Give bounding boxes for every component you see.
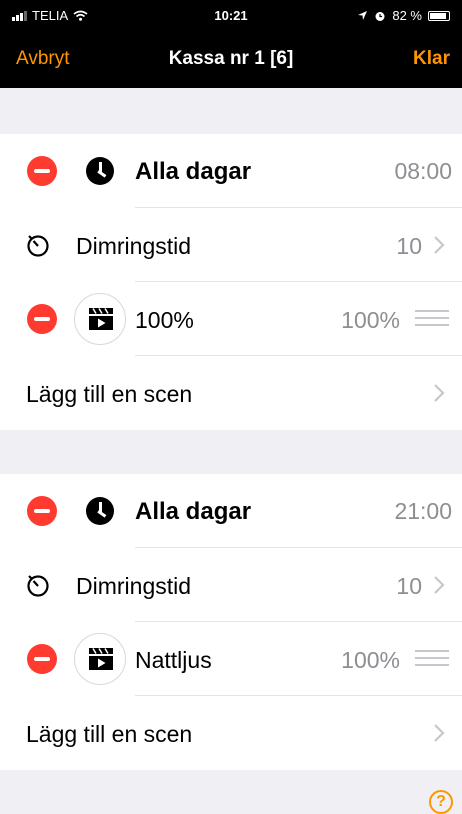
section-spacer: [0, 770, 462, 814]
scene-icon: [89, 308, 113, 330]
add-scene-label: Lägg till en scen: [26, 721, 193, 747]
scene-row[interactable]: Nattljus 100%: [0, 622, 462, 696]
battery-icon: [428, 10, 450, 21]
add-scene-row[interactable]: Lägg till en scen: [0, 696, 462, 770]
reorder-icon[interactable]: [414, 648, 450, 668]
dim-time-label: Dimringstid: [76, 233, 192, 259]
clock-icon: [86, 497, 114, 525]
schedule-row[interactable]: Alla dagar 08:00: [0, 134, 462, 208]
schedule-section-2: Alla dagar 21:00 Dimringstid 10 Nattljus…: [0, 474, 462, 770]
chevron-right-icon: [434, 576, 445, 594]
section-spacer: [0, 88, 462, 134]
done-button[interactable]: Klar: [413, 48, 450, 70]
schedule-row[interactable]: Alla dagar 21:00: [0, 474, 462, 548]
clock-icon: [86, 157, 114, 185]
help-button[interactable]: ?: [429, 790, 453, 814]
timer-icon: [27, 575, 49, 597]
schedule-section-1: Alla dagar 08:00 Dimringstid 10 100% 100…: [0, 134, 462, 430]
dim-time-label: Dimringstid: [76, 573, 192, 599]
scene-icon-circle: [74, 633, 126, 685]
scene-level: 100%: [341, 647, 400, 673]
scene-name: 100%: [135, 307, 194, 333]
add-scene-row[interactable]: Lägg till en scen: [0, 356, 462, 430]
delete-scene-button[interactable]: [27, 304, 57, 334]
reorder-icon[interactable]: [414, 308, 450, 328]
delete-schedule-button[interactable]: [27, 496, 57, 526]
dim-time-value: 10: [396, 573, 422, 599]
navigation-bar: Avbryt Kassa nr 1 [6] Klar: [0, 30, 462, 88]
schedule-days: Alla dagar: [135, 158, 252, 185]
timer-icon: [27, 235, 49, 257]
location-icon: [358, 11, 368, 20]
schedule-days: Alla dagar: [135, 498, 252, 525]
add-scene-label: Lägg till en scen: [26, 381, 193, 407]
scene-level: 100%: [341, 307, 400, 333]
dim-time-value: 10: [396, 233, 422, 259]
page-title: Kassa nr 1 [6]: [168, 48, 294, 69]
scene-name: Nattljus: [135, 647, 212, 673]
chevron-right-icon: [434, 724, 445, 742]
status-bar: TELIA 10:21 82 %: [0, 0, 462, 30]
status-right: 82 %: [357, 8, 450, 23]
delete-scene-button[interactable]: [27, 644, 57, 674]
battery-percent: 82 %: [392, 8, 422, 23]
dim-time-row[interactable]: Dimringstid 10: [0, 208, 462, 282]
delete-schedule-button[interactable]: [27, 156, 57, 186]
section-spacer: [0, 430, 462, 474]
scene-row[interactable]: 100% 100%: [0, 282, 462, 356]
chevron-right-icon: [434, 236, 445, 254]
alarm-icon: [375, 11, 385, 21]
chevron-right-icon: [434, 384, 445, 402]
schedule-time[interactable]: 21:00: [394, 498, 452, 525]
scene-icon-circle: [74, 293, 126, 345]
scene-icon: [89, 648, 113, 670]
schedule-time[interactable]: 08:00: [394, 158, 452, 185]
dim-time-row[interactable]: Dimringstid 10: [0, 548, 462, 622]
